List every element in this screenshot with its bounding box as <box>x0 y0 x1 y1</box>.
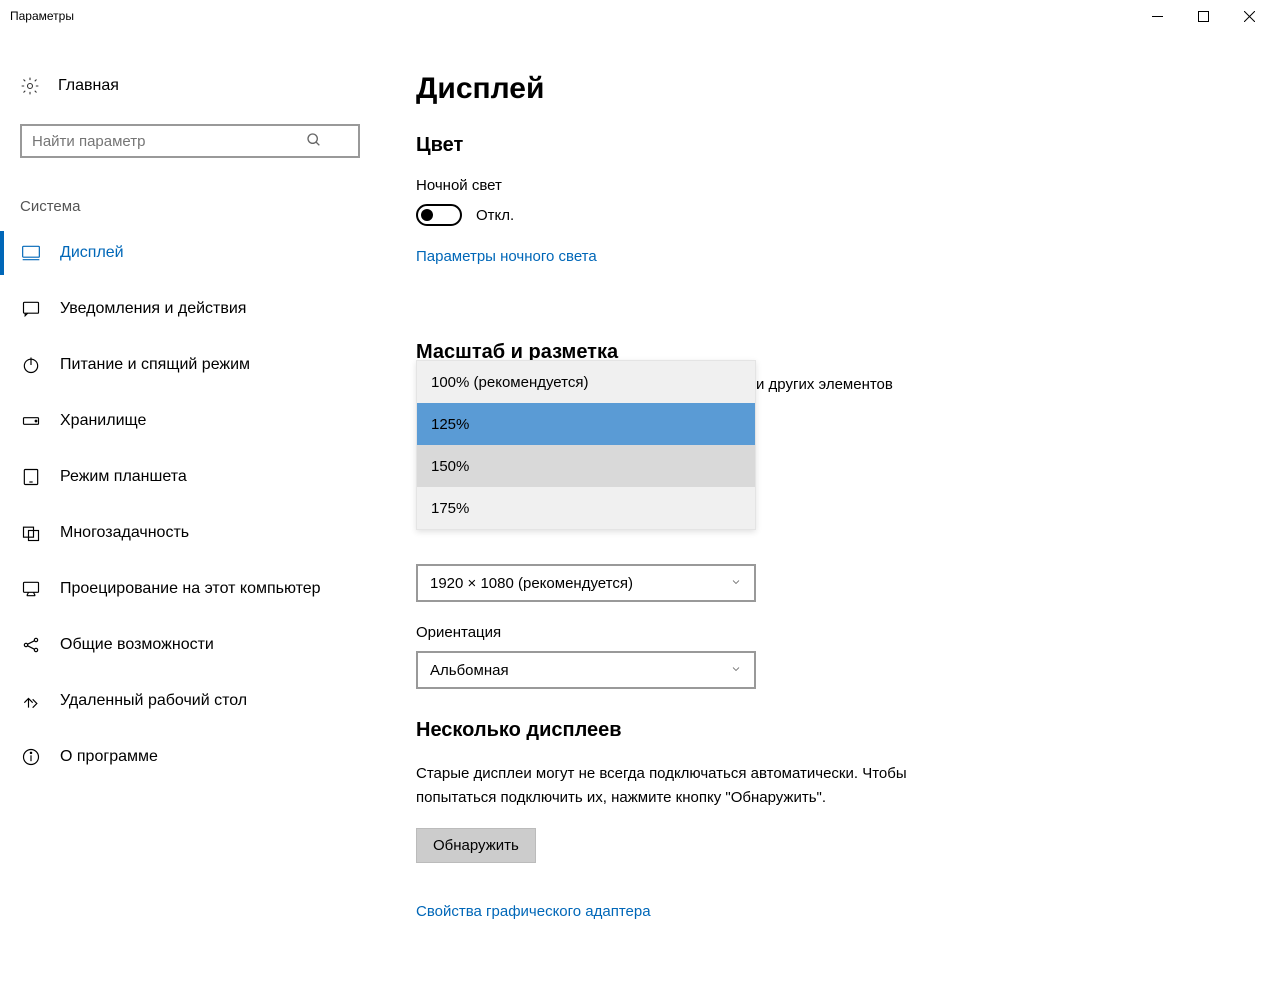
scale-option-100[interactable]: 100% (рекомендуется) <box>417 361 755 403</box>
sidebar-item-about[interactable]: О программе <box>0 729 400 785</box>
resolution-value: 1920 × 1080 (рекомендуется) <box>430 575 633 592</box>
sidebar-item-notifications[interactable]: Уведомления и действия <box>0 281 400 337</box>
search-icon <box>306 132 322 153</box>
share-icon <box>20 634 42 656</box>
scale-option-label: 100% (рекомендуется) <box>431 374 588 391</box>
chevron-down-icon <box>730 575 742 592</box>
sidebar-item-storage[interactable]: Хранилище <box>0 393 400 449</box>
sidebar-item-label: Проецирование на этот компьютер <box>60 580 321 598</box>
scale-option-150[interactable]: 150% <box>417 445 755 487</box>
scale-desc-fragment: и других элементов <box>756 376 893 393</box>
scale-option-125[interactable]: 125% <box>417 403 755 445</box>
multi-displays-paragraph: Старые дисплеи могут не всегда подключат… <box>416 762 956 810</box>
home-button[interactable]: Главная <box>0 68 400 104</box>
orientation-value: Альбомная <box>430 662 509 679</box>
search-field <box>20 124 380 158</box>
sidebar-item-tablet[interactable]: Режим планшета <box>0 449 400 505</box>
nightlight-label: Ночной свет <box>416 177 1252 194</box>
minimize-button[interactable] <box>1134 0 1180 32</box>
scale-option-label: 125% <box>431 416 469 433</box>
sidebar-item-label: О программе <box>60 748 158 766</box>
section-color-heading: Цвет <box>416 134 1252 157</box>
resolution-select[interactable]: 1920 × 1080 (рекомендуется) <box>416 564 756 602</box>
scale-option-label: 175% <box>431 500 469 517</box>
scale-option-175[interactable]: 175% <box>417 487 755 529</box>
sidebar-item-label: Хранилище <box>60 412 146 430</box>
sidebar-item-label: Общие возможности <box>60 636 214 654</box>
nightlight-settings-link[interactable]: Параметры ночного света <box>416 248 597 265</box>
window-controls <box>1134 0 1272 32</box>
sidebar: Главная Система Дисплей Уведомления и де… <box>0 32 400 996</box>
sidebar-item-label: Удаленный рабочий стол <box>60 692 247 710</box>
sidebar-item-power[interactable]: Питание и спящий режим <box>0 337 400 393</box>
maximize-button[interactable] <box>1180 0 1226 32</box>
sidebar-item-remote[interactable]: Удаленный рабочий стол <box>0 673 400 729</box>
drive-icon <box>20 410 42 432</box>
chevron-down-icon <box>730 662 742 679</box>
sidebar-item-shared[interactable]: Общие возможности <box>0 617 400 673</box>
gear-icon <box>20 76 40 96</box>
close-button[interactable] <box>1226 0 1272 32</box>
window-title: Параметры <box>10 9 1134 23</box>
sidebar-group-title: Система <box>0 158 400 225</box>
info-icon <box>20 746 42 768</box>
remote-icon <box>20 690 42 712</box>
detect-button-label: Обнаружить <box>433 837 519 854</box>
sidebar-item-label: Питание и спящий режим <box>60 356 250 374</box>
chat-icon <box>20 298 42 320</box>
orientation-label: Ориентация <box>416 624 1252 641</box>
tablet-icon <box>20 466 42 488</box>
sidebar-item-label: Многозадачность <box>60 524 189 542</box>
multitask-icon <box>20 522 42 544</box>
sidebar-item-label: Уведомления и действия <box>60 300 246 318</box>
scale-dropdown: 100% (рекомендуется) 125% 150% 175% <box>416 360 756 530</box>
power-icon <box>20 354 42 376</box>
graphics-adapter-link[interactable]: Свойства графического адаптера <box>416 903 651 920</box>
page-title: Дисплей <box>416 72 1252 106</box>
sidebar-item-label: Режим планшета <box>60 468 187 486</box>
home-label: Главная <box>58 77 119 95</box>
orientation-select[interactable]: Альбомная <box>416 651 756 689</box>
section-multi-heading: Несколько дисплеев <box>416 719 1252 742</box>
nightlight-state: Откл. <box>476 207 514 224</box>
monitor-icon <box>20 242 42 264</box>
sidebar-item-multitask[interactable]: Многозадачность <box>0 505 400 561</box>
project-icon <box>20 578 42 600</box>
scale-option-label: 150% <box>431 458 469 475</box>
nightlight-toggle[interactable] <box>416 204 462 226</box>
sidebar-item-label: Дисплей <box>60 244 124 262</box>
sidebar-item-projecting[interactable]: Проецирование на этот компьютер <box>0 561 400 617</box>
sidebar-item-display[interactable]: Дисплей <box>0 225 400 281</box>
titlebar: Параметры <box>0 0 1272 32</box>
detect-button[interactable]: Обнаружить <box>416 828 536 863</box>
